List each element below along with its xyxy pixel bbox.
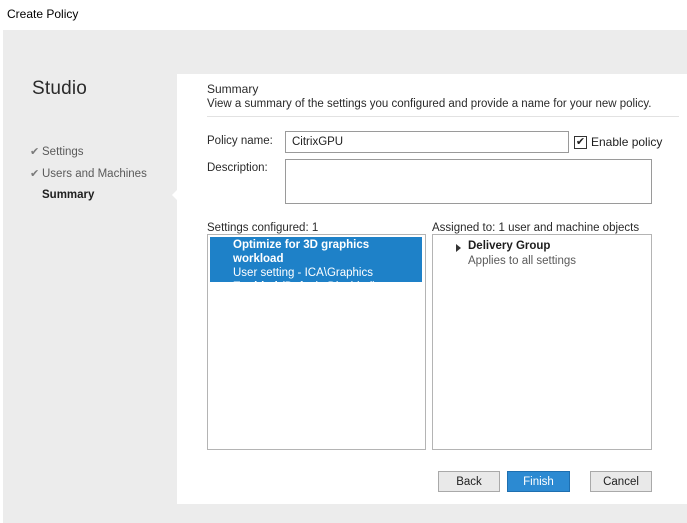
cancel-button[interactable]: Cancel [590, 471, 652, 492]
page-instruction: View a summary of the settings you confi… [207, 98, 652, 110]
assignment-detail: Applies to all settings [468, 255, 577, 267]
header-divider [207, 116, 679, 117]
check-icon: ✔ [30, 168, 40, 180]
list-item[interactable]: Optimize for 3D graphics workload User s… [210, 237, 422, 293]
nav-step-settings[interactable]: ✔ Settings [30, 145, 84, 158]
footer-area [177, 504, 687, 523]
assignment-name[interactable]: Delivery Group [468, 240, 550, 252]
title-bar: Create Policy [0, 0, 687, 30]
checkmark-icon[interactable]: ✔ [574, 135, 587, 149]
description-label: Description: [207, 162, 268, 174]
enable-policy-label: Enable policy [591, 135, 663, 149]
nav-step-users-and-machines[interactable]: ✔ Users and Machines [30, 167, 147, 180]
nav-step-label: Settings [42, 146, 84, 158]
nav-step-label: Users and Machines [42, 168, 147, 180]
assigned-to-label: Assigned to: 1 user and machine objects [432, 222, 640, 234]
check-icon: ✔ [30, 146, 40, 158]
wizard-nav: Studio ✔Settings ✔Users and Machines ✔Su… [3, 30, 180, 523]
back-button[interactable]: Back [438, 471, 500, 492]
enable-policy-checkbox[interactable]: ✔ Enable policy [574, 135, 662, 149]
policy-name-label: Policy name: [207, 135, 273, 147]
policy-name-input[interactable] [285, 131, 569, 153]
nav-step-label: Summary [42, 189, 95, 201]
setting-name: Optimize for 3D graphics workload [233, 239, 370, 265]
page-title: Summary [207, 82, 259, 96]
description-input[interactable] [285, 159, 652, 204]
settings-list[interactable]: Optimize for 3D graphics workload User s… [207, 234, 426, 450]
assignments-list[interactable]: Delivery Group Applies to all settings [432, 234, 652, 450]
nav-step-summary[interactable]: ✔Summary [30, 188, 94, 201]
summary-panel: Summary View a summary of the settings y… [177, 74, 687, 504]
settings-configured-label: Settings configured: 1 [207, 222, 319, 234]
studio-brand: Studio [32, 78, 88, 99]
setting-default: (Default: Disabled) [280, 281, 377, 293]
finish-button[interactable]: Finish [507, 471, 570, 492]
setting-path: User setting - ICA\Graphics [233, 267, 373, 279]
window-title: Create Policy [7, 7, 79, 21]
setting-state: Enabled [233, 281, 278, 293]
expand-arrow-icon[interactable] [456, 244, 461, 252]
